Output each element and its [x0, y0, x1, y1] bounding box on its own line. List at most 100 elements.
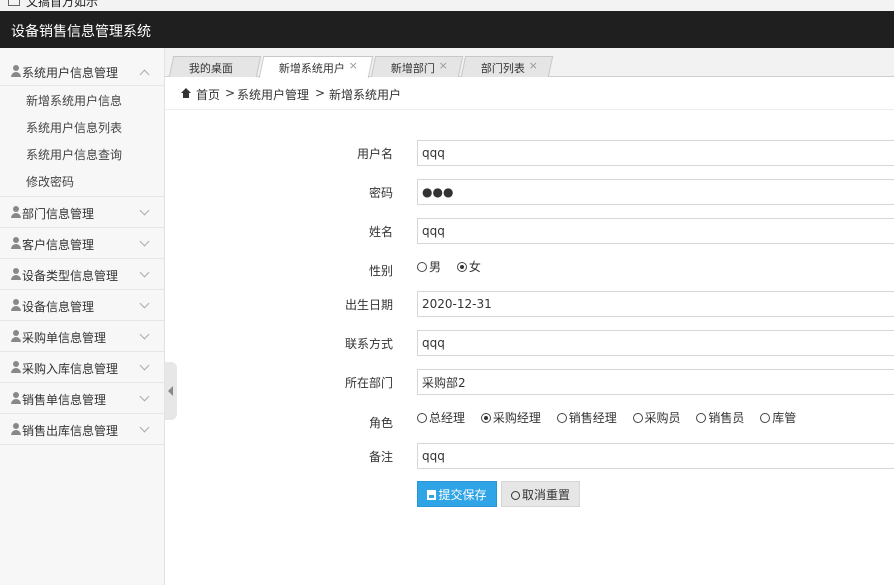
- radio-icon: [417, 262, 427, 272]
- sidebar-group-device[interactable]: 设备信息管理: [0, 290, 164, 321]
- gender-radio-female[interactable]: 女: [456, 259, 481, 275]
- cancel-reset-button[interactable]: 取消重置: [501, 481, 580, 507]
- user-icon: [11, 237, 21, 249]
- breadcrumb-home[interactable]: 首页: [196, 86, 220, 103]
- breadcrumb-separator: >: [315, 86, 326, 100]
- tab-label: 部门列表: [480, 62, 525, 75]
- tab-label: 新增系统用户: [278, 62, 345, 75]
- sidebar-group-sales-outbound[interactable]: 销售出库信息管理: [0, 414, 164, 445]
- sidebar-group-purchase-order[interactable]: 采购单信息管理: [0, 321, 164, 352]
- chevron-down-icon: [139, 422, 150, 433]
- gender-label: 性别: [368, 264, 393, 278]
- user-icon: [11, 206, 21, 218]
- tab-bar: 我的桌面 新增系统用户 × 新增部门 × 部门列表 ×: [165, 48, 894, 78]
- department-select[interactable]: [417, 369, 894, 395]
- sidebar-group-label: 客户信息管理: [22, 238, 95, 252]
- tab-department-list[interactable]: 部门列表 ×: [460, 56, 554, 77]
- radio-label: 库管: [772, 411, 797, 425]
- breadcrumb-separator: >: [225, 86, 236, 100]
- user-icon: [11, 330, 21, 342]
- remark-input[interactable]: [417, 443, 894, 469]
- sidebar-submenu: 新增系统用户信息 系统用户信息列表 系统用户信息查询 修改密码: [0, 88, 164, 197]
- user-icon: [11, 299, 21, 311]
- sidebar-group-purchase-inbound[interactable]: 采购入库信息管理: [0, 352, 164, 383]
- chevron-down-icon: [139, 391, 150, 402]
- role-radio-sales-manager[interactable]: 销售经理: [556, 410, 617, 426]
- password-input[interactable]: [417, 179, 894, 205]
- sidebar-group-label: 销售单信息管理: [22, 393, 107, 407]
- app-header: 设备销售信息管理系统: [0, 11, 894, 48]
- username-input[interactable]: [417, 140, 894, 166]
- sidebar-group-department[interactable]: 部门信息管理: [0, 197, 164, 228]
- sidebar-group-system-user[interactable]: 系统用户信息管理: [0, 48, 164, 86]
- tab-desktop[interactable]: 我的桌面: [168, 56, 262, 77]
- gender-radio-male[interactable]: 男: [417, 259, 441, 275]
- radio-checked-icon: [456, 262, 467, 272]
- sidebar-item-user-list[interactable]: 系统用户信息列表: [0, 115, 164, 142]
- save-icon: [427, 490, 437, 500]
- radio-icon: [417, 413, 427, 423]
- name-input[interactable]: [417, 218, 894, 244]
- sidebar-item-user-query[interactable]: 系统用户信息查询: [0, 142, 164, 169]
- close-icon[interactable]: ×: [439, 59, 448, 72]
- sidebar-item-change-password[interactable]: 修改密码: [0, 169, 164, 196]
- tab-add-department[interactable]: 新增部门 ×: [370, 56, 464, 77]
- tab-add-system-user[interactable]: 新增系统用户 ×: [258, 56, 374, 78]
- role-radio-group: 总经理 采购经理 销售经理 采购员 销售员 库管: [417, 410, 808, 428]
- sidebar-group-label: 系统用户信息管理: [22, 66, 119, 80]
- contact-label: 联系方式: [344, 337, 393, 351]
- department-label: 所在部门: [344, 376, 393, 390]
- name-label: 姓名: [368, 225, 393, 239]
- role-radio-warehouse-keeper[interactable]: 库管: [760, 410, 796, 426]
- close-icon[interactable]: ×: [349, 59, 358, 72]
- radio-label: 女: [468, 260, 481, 274]
- radio-label: 采购员: [644, 411, 681, 425]
- app-title: 设备销售信息管理系统: [11, 24, 151, 40]
- window-title: 文搞首万如示: [26, 0, 99, 9]
- password-label: 密码: [368, 186, 393, 200]
- tab-label: 新增部门: [390, 62, 435, 75]
- role-radio-purchase-manager[interactable]: 采购经理: [480, 410, 541, 426]
- sidebar-group-sales-order[interactable]: 销售单信息管理: [0, 383, 164, 414]
- chevron-down-icon: [139, 236, 150, 247]
- radio-icon: [760, 413, 771, 423]
- sidebar-group-label: 采购入库信息管理: [22, 362, 119, 376]
- radio-icon: [556, 413, 567, 423]
- breadcrumb-system-user[interactable]: 系统用户管理: [237, 86, 309, 103]
- radio-icon: [696, 413, 707, 423]
- gender-radio-group: 男 女: [417, 259, 493, 277]
- remark-label: 备注: [368, 450, 393, 464]
- user-icon: [11, 268, 21, 280]
- chevron-up-icon: [139, 69, 150, 80]
- tab-label: 我的桌面: [188, 62, 233, 75]
- role-radio-general-manager[interactable]: 总经理: [417, 410, 465, 426]
- sidebar-group-device-type[interactable]: 设备类型信息管理: [0, 259, 164, 290]
- role-label: 角色: [368, 416, 393, 430]
- sidebar-group-label: 采购单信息管理: [22, 331, 107, 345]
- birthdate-input[interactable]: [417, 291, 894, 317]
- sidebar-item-add-user[interactable]: 新增系统用户信息: [0, 88, 164, 115]
- sidebar-group-label: 设备类型信息管理: [22, 269, 119, 283]
- sidebar-group-label: 销售出库信息管理: [22, 424, 119, 438]
- submit-save-button[interactable]: 提交保存: [417, 481, 497, 507]
- circle-icon: [510, 491, 520, 500]
- cancel-reset-label: 取消重置: [521, 488, 570, 502]
- window-icon: [8, 0, 20, 6]
- radio-label: 销售经理: [568, 411, 617, 425]
- sidebar-group-label: 设备信息管理: [22, 300, 95, 314]
- sidebar: 系统用户信息管理 新增系统用户信息 系统用户信息列表 系统用户信息查询 修改密码…: [0, 48, 165, 585]
- submit-save-label: 提交保存: [438, 488, 487, 502]
- chevron-down-icon: [139, 205, 150, 216]
- role-radio-purchaser[interactable]: 采购员: [632, 410, 681, 426]
- chevron-down-icon: [139, 298, 150, 309]
- radio-label: 销售员: [708, 411, 745, 425]
- chevron-down-icon: [139, 360, 150, 371]
- radio-label: 男: [429, 260, 442, 274]
- role-radio-salesperson[interactable]: 销售员: [696, 410, 744, 426]
- close-icon[interactable]: ×: [529, 59, 538, 72]
- sidebar-collapse-handle[interactable]: [165, 362, 177, 420]
- contact-input[interactable]: [417, 330, 894, 356]
- window-titlebar: 文搞首万如示: [0, 0, 894, 11]
- sidebar-group-customer[interactable]: 客户信息管理: [0, 228, 164, 259]
- user-icon: [11, 423, 21, 435]
